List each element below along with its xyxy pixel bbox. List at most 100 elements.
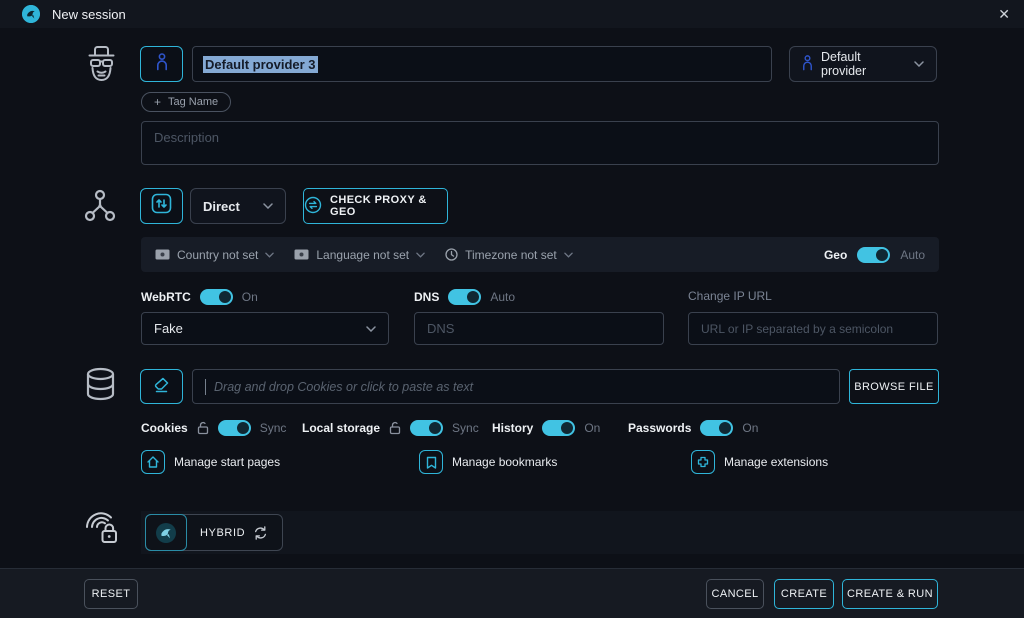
chevron-down-icon — [366, 326, 376, 332]
chevron-down-icon — [263, 203, 273, 209]
provider-dropdown-value: Default provider — [821, 50, 906, 78]
session-name-selected-text: Default provider 3 — [203, 56, 318, 73]
dns-state: Auto — [490, 290, 515, 304]
extension-puzzle-icon — [691, 450, 715, 474]
refresh-icon — [253, 526, 268, 540]
create-and-run-button[interactable]: CREATE & RUN — [842, 579, 938, 609]
clock-icon — [445, 248, 458, 261]
chevron-down-icon — [914, 61, 924, 67]
dns-label: DNS — [414, 290, 439, 304]
proxy-mode-dropdown[interactable]: Direct — [190, 188, 286, 224]
dialog-title: New session — [52, 7, 126, 22]
dns-toggle-group: DNS Auto — [414, 288, 515, 306]
app-logo-icon — [155, 522, 177, 544]
manage-extensions-button[interactable]: Manage extensions — [691, 449, 828, 475]
fingerprint-lock-icon — [82, 505, 122, 554]
flag-icon — [294, 249, 309, 260]
history-toggle-group: History On — [492, 419, 600, 437]
description-textarea[interactable] — [141, 121, 939, 165]
browse-file-label: BROWSE FILE — [854, 381, 934, 393]
reset-button[interactable]: RESET — [84, 579, 138, 609]
passwords-toggle-group: Passwords On — [628, 419, 758, 437]
storage-database-icon — [84, 366, 117, 411]
history-toggle[interactable] — [542, 420, 575, 436]
proxy-network-icon — [83, 188, 117, 229]
country-dropdown-value: Country not set — [177, 248, 258, 262]
cookies-toggle[interactable] — [218, 420, 251, 436]
fingerprint-logo-segment[interactable] — [145, 514, 187, 551]
webrtc-label: WebRTC — [141, 290, 191, 304]
local-storage-toggle[interactable] — [410, 420, 443, 436]
browse-file-button[interactable]: BROWSE FILE — [849, 369, 939, 404]
profile-persona-icon — [83, 42, 120, 91]
cookies-state: Sync — [260, 421, 287, 435]
language-dropdown-value: Language not set — [316, 248, 409, 262]
local-storage-state: Sync — [452, 421, 479, 435]
geo-toggle[interactable] — [857, 247, 890, 263]
webrtc-mode-dropdown[interactable]: Fake — [141, 312, 389, 345]
create-and-run-label: CREATE & RUN — [847, 588, 933, 600]
home-icon — [141, 450, 165, 474]
cancel-button[interactable]: CANCEL — [706, 579, 764, 609]
change-ip-url-input[interactable] — [688, 312, 938, 345]
timezone-dropdown[interactable]: Timezone not set — [445, 248, 573, 262]
local-storage-toggle-group: Local storage Sync — [302, 419, 479, 437]
passwords-state: On — [742, 421, 758, 435]
session-name-input[interactable]: Default provider 3 — [192, 46, 772, 82]
close-icon[interactable]: ✕ — [994, 5, 1014, 23]
lock-open-icon[interactable] — [389, 421, 401, 435]
flag-icon — [155, 249, 170, 260]
country-dropdown[interactable]: Country not set — [155, 248, 274, 262]
history-label: History — [492, 421, 533, 435]
manage-extensions-label: Manage extensions — [724, 455, 828, 469]
profile-type-button[interactable] — [140, 46, 183, 82]
proxy-mode-value: Direct — [203, 199, 240, 214]
swap-arrows-icon — [304, 196, 322, 217]
webrtc-toggle[interactable] — [200, 289, 233, 305]
language-dropdown[interactable]: Language not set — [294, 248, 425, 262]
manage-bookmarks-button[interactable]: Manage bookmarks — [419, 449, 557, 475]
person-icon — [802, 55, 813, 74]
app-logo-icon — [22, 5, 40, 23]
reset-label: RESET — [92, 588, 131, 600]
cookies-drop-area[interactable]: Drag and drop Cookies or click to paste … — [192, 369, 840, 404]
timezone-dropdown-value: Timezone not set — [465, 248, 557, 262]
local-storage-label: Local storage — [302, 421, 380, 435]
clear-cookies-button[interactable] — [140, 369, 183, 404]
geo-label: Geo — [824, 248, 847, 262]
fingerprint-mode-button[interactable]: HYBRID — [145, 514, 283, 551]
proxy-type-button[interactable] — [140, 188, 183, 224]
manage-start-pages-button[interactable]: Manage start pages — [141, 449, 280, 475]
plus-icon: + — [154, 95, 161, 109]
eraser-icon — [152, 375, 171, 399]
provider-dropdown[interactable]: Default provider — [789, 46, 937, 82]
cookies-drop-placeholder: Drag and drop Cookies or click to paste … — [214, 380, 473, 394]
dns-toggle[interactable] — [448, 289, 481, 305]
history-state: On — [584, 421, 600, 435]
passwords-label: Passwords — [628, 421, 691, 435]
create-button[interactable]: CREATE — [774, 579, 834, 609]
add-tag-button[interactable]: + Tag Name — [141, 92, 231, 112]
check-proxy-geo-label: CHECK PROXY & GEO — [330, 194, 447, 218]
change-ip-url-label: Change IP URL — [688, 289, 772, 303]
geo-toggle-group: Geo Auto — [824, 247, 925, 263]
cookies-label: Cookies — [141, 421, 188, 435]
webrtc-mode-value: Fake — [154, 321, 183, 336]
check-proxy-geo-button[interactable]: CHECK PROXY & GEO — [303, 188, 448, 224]
text-caret — [205, 379, 206, 395]
person-icon — [156, 53, 168, 76]
lock-open-icon[interactable] — [197, 421, 209, 435]
chevron-down-icon — [564, 252, 573, 258]
new-session-dialog: New session ✕ — [0, 0, 1024, 618]
chevron-down-icon — [265, 252, 274, 258]
cookies-toggle-group: Cookies Sync — [141, 419, 286, 437]
dialog-titlebar: New session ✕ — [0, 0, 1024, 28]
manage-bookmarks-label: Manage bookmarks — [452, 455, 557, 469]
geo-settings-bar: Country not set Language not set Timezon… — [141, 237, 939, 272]
fingerprint-mode-label: HYBRID — [200, 527, 245, 539]
dns-input[interactable] — [414, 312, 664, 345]
geo-state: Auto — [900, 248, 925, 262]
bookmark-icon — [419, 450, 443, 474]
chevron-down-icon — [416, 252, 425, 258]
passwords-toggle[interactable] — [700, 420, 733, 436]
